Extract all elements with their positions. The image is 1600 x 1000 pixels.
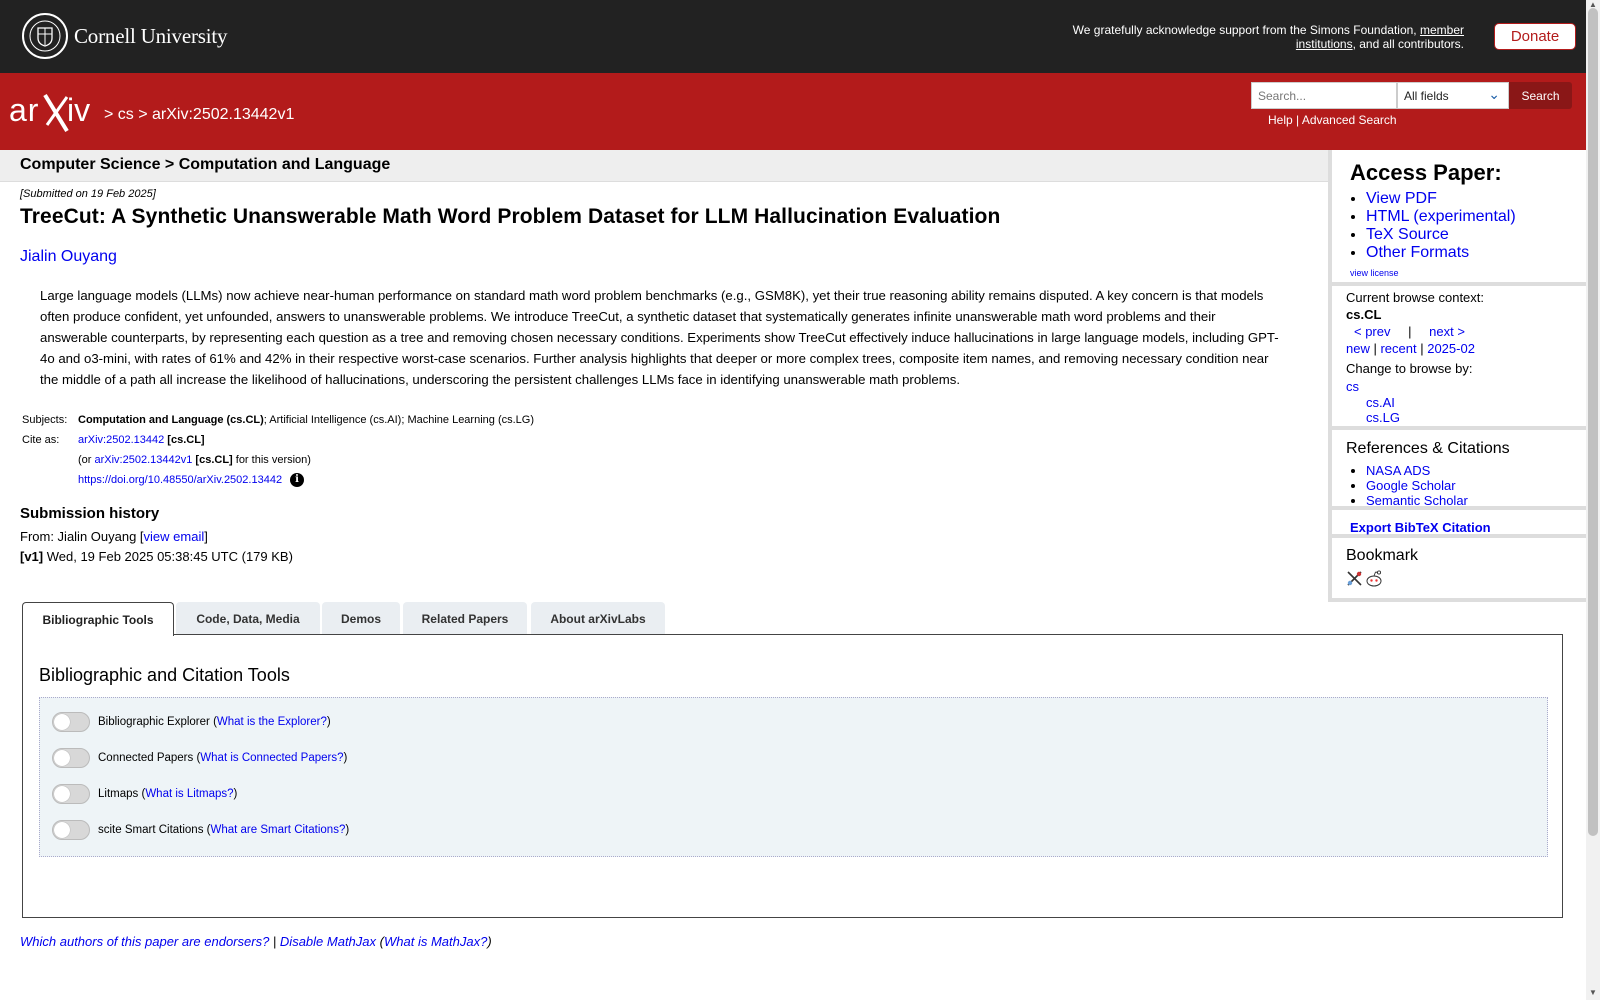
submitter-line: From: Jialin Ouyang [view email] [20,529,208,544]
search-field-select[interactable]: All fields ⌄ [1397,82,1509,109]
chevron-down-icon: ⌄ [1488,86,1500,102]
connected-papers-help-link[interactable]: What is Connected Papers? [200,752,343,764]
right-sidebar: Access Paper: View PDF HTML (experimenta… [1328,150,1586,602]
subject-bar: Computer Science > Computation and Langu… [0,150,1328,182]
what-is-mathjax-link[interactable]: What is MathJax? [384,934,487,949]
tab-code-data-media[interactable]: Code, Data, Media [176,602,320,635]
subjects-label: Subjects: [22,414,68,426]
export-bibtex-link[interactable]: Export BibTeX Citation [1350,520,1491,535]
breadcrumb[interactable]: > cs > arXiv:2502.13442v1 [104,106,294,124]
help-links: Help | Advanced Search [1268,113,1397,127]
svg-text:ar: ar [9,92,39,128]
top-bar: Cornell University We gratefully acknowl… [0,0,1586,73]
tool-row-scite: scite Smart Citations (What are Smart Ci… [52,820,349,840]
bibsonomy-icon[interactable] [1346,570,1363,587]
prev-link[interactable]: < prev [1354,324,1391,339]
nasa-ads-link[interactable]: NASA ADS [1366,463,1430,478]
browse-cs-link[interactable]: cs [1346,378,1484,395]
cornell-wordmark: Cornell University [74,23,228,48]
scroll-thumb[interactable] [1588,8,1598,836]
doi-link[interactable]: https://doi.org/10.48550/arXiv.2502.1344… [78,474,282,486]
bookmark-icons [1346,570,1383,587]
abstract: Large language models (LLMs) now achieve… [40,288,1279,387]
bookmark-heading: Bookmark [1346,547,1419,564]
cite-label: Cite as: [22,434,60,446]
tools-box: Bibliographic Explorer (What is the Expl… [39,697,1548,857]
donate-button[interactable]: Donate [1494,23,1576,50]
arxiv-logo[interactable]: ar iv [9,91,101,133]
references-heading: References & Citations [1346,440,1510,457]
reddit-icon[interactable] [1365,570,1383,587]
paper-metadata: Subjects: Computation and Language (cs.C… [22,414,535,488]
endorsers-link[interactable]: Which authors of this paper are endorser… [20,934,269,949]
author-link[interactable]: Jialin Ouyang [20,248,117,266]
recent-link[interactable]: recent [1380,341,1416,356]
view-email-link[interactable]: view email [144,529,205,544]
version-id-link[interactable]: arXiv:2502.13442v1 [95,454,193,466]
help-link[interactable]: Help [1268,113,1293,127]
cornell-seal-icon [22,13,68,59]
tab-about-arxivlabs[interactable]: About arXivLabs [531,602,665,635]
semantic-scholar-link[interactable]: Semantic Scholar [1366,493,1468,508]
connected-papers-toggle[interactable] [52,748,90,768]
advanced-search-link[interactable]: Advanced Search [1302,113,1397,127]
footer-links: Which authors of this paper are endorser… [20,934,492,949]
arxiv-logo-icon: ar iv [9,92,90,133]
primary-subject: Computation and Language (cs.CL) [78,414,264,426]
svg-text:iv: iv [67,92,90,128]
litmaps-toggle[interactable] [52,784,90,804]
page-scrollbar[interactable]: ▲ ▼ [1586,0,1600,1000]
html-link[interactable]: HTML (experimental) [1366,208,1516,225]
cornell-logo[interactable]: Cornell University [22,13,227,59]
scite-help-link[interactable]: What are Smart Citations? [210,824,345,836]
tool-row-explorer: Bibliographic Explorer (What is the Expl… [52,712,331,732]
tool-row-litmaps: Litmaps (What is Litmaps?) [52,784,237,804]
version-entry: [v1] Wed, 19 Feb 2025 05:38:45 UTC (179 … [20,549,293,564]
litmaps-help-link[interactable]: What is Litmaps? [145,788,233,800]
info-icon[interactable]: i [290,473,305,488]
browse-context: Current browse context: cs.CL < prev | n… [1346,290,1485,425]
arxiv-header: ar iv > cs > arXiv:2502.13442v1 Search..… [0,73,1586,150]
tool-row-connected-papers: Connected Papers (What is Connected Pape… [52,748,347,768]
version-label: [v1] [20,549,44,564]
cite-id-link[interactable]: arXiv:2502.13442 [78,434,164,446]
google-scholar-link[interactable]: Google Scholar [1366,478,1456,493]
references-links: NASA ADS Google Scholar Semantic Scholar [1366,463,1468,508]
explorer-toggle[interactable] [52,712,90,732]
submitted-date: [Submitted on 19 Feb 2025] [20,188,156,200]
view-pdf-link[interactable]: View PDF [1366,190,1437,207]
view-license-link[interactable]: view license [1350,268,1399,278]
tab-bibliographic-tools[interactable]: Bibliographic Tools [22,602,174,636]
paper-title: TreeCut: A Synthetic Unanswerable Math W… [20,205,1001,228]
search-input[interactable]: Search... [1251,82,1397,109]
new-link[interactable]: new [1346,341,1370,356]
subject-heading: Computer Science > Computation and Langu… [20,156,391,173]
month-link[interactable]: 2025-02 [1427,341,1475,356]
panel-heading: Bibliographic and Citation Tools [39,665,290,685]
next-link[interactable]: next > [1429,324,1465,339]
tab-demos[interactable]: Demos [322,602,400,635]
tex-source-link[interactable]: TeX Source [1366,226,1449,243]
search-button[interactable]: Search [1509,82,1572,109]
browse-cs-ai-link[interactable]: cs.AI [1346,395,1484,410]
tab-panel: Bibliographic and Citation Tools Bibliog… [22,634,1563,918]
tab-related-papers[interactable]: Related Papers [403,602,527,635]
disable-mathjax-link[interactable]: Disable MathJax [280,934,376,949]
submission-history-heading: Submission history [20,505,160,522]
browse-cs-lg-link[interactable]: cs.LG [1346,410,1484,425]
explorer-help-link[interactable]: What is the Explorer? [217,716,327,728]
acknowledgement-text: We gratefully acknowledge support from t… [1072,23,1464,51]
access-paper-heading: Access Paper: [1350,160,1502,185]
scite-toggle[interactable] [52,820,90,840]
context-value: cs.CL [1346,307,1382,322]
scroll-down-icon[interactable]: ▼ [1589,988,1597,997]
access-links: View PDF HTML (experimental) TeX Source … [1366,190,1516,262]
other-subjects: ; Artificial Intelligence (cs.AI); Machi… [263,414,535,426]
other-formats-link[interactable]: Other Formats [1366,244,1469,261]
